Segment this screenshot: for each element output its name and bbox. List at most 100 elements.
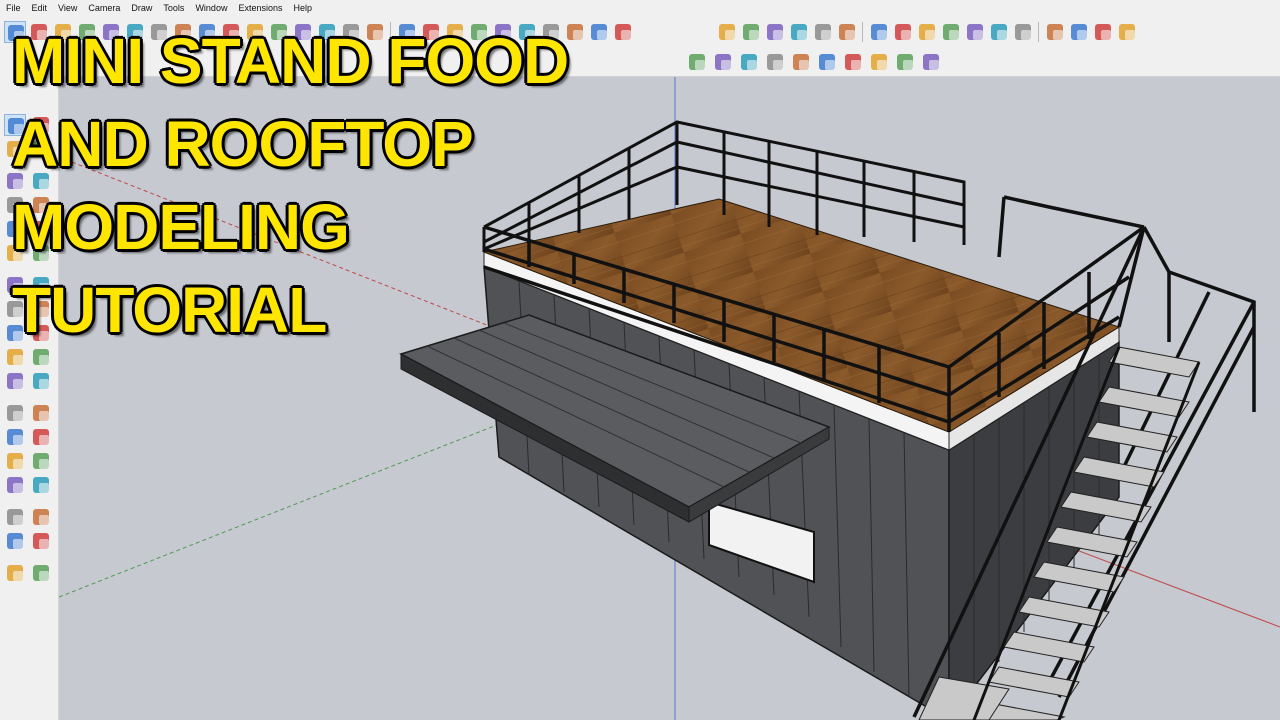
menu-view[interactable]: View: [52, 3, 82, 13]
3d-text-icon: [33, 373, 49, 389]
shaded-icon[interactable]: [964, 21, 986, 43]
shaded-textures-icon[interactable]: [988, 21, 1010, 43]
display-section-fill-icon: [1119, 24, 1135, 40]
toolbar-separator: [1038, 22, 1039, 42]
display-section-cuts-icon[interactable]: [1092, 21, 1114, 43]
extension-warehouse-icon: [715, 54, 731, 70]
menu-bar: File Edit View Camera Draw Tools Window Extensi…: [0, 0, 1280, 16]
look-around-icon[interactable]: [588, 21, 610, 43]
warehouse-icon[interactable]: [4, 530, 26, 552]
menu-camera[interactable]: Camera: [82, 3, 125, 13]
stamp-icon[interactable]: [842, 51, 864, 73]
look-around-icon: [33, 477, 49, 493]
walk-icon[interactable]: [4, 506, 26, 528]
layers-icon[interactable]: [4, 562, 26, 584]
front-view-icon[interactable]: [764, 21, 786, 43]
menu-extensions[interactable]: Extensions: [232, 3, 287, 13]
extension-manager-icon: [33, 533, 49, 549]
extension-manager-icon[interactable]: [30, 530, 52, 552]
position-camera-icon: [567, 24, 583, 40]
zoom-extents-icon[interactable]: [4, 450, 26, 472]
warehouse-icon: [689, 54, 705, 70]
3d-text-icon[interactable]: [30, 370, 52, 392]
hidden-line-icon[interactable]: [940, 21, 962, 43]
look-around-icon[interactable]: [30, 474, 52, 496]
pan-icon[interactable]: [30, 402, 52, 424]
section-plane-icon: [33, 509, 49, 525]
section-plane-icon[interactable]: [30, 506, 52, 528]
layout-icon: [741, 54, 757, 70]
extension-warehouse-icon[interactable]: [712, 51, 734, 73]
shaded-textures-icon: [991, 24, 1007, 40]
add-detail-icon: [897, 54, 913, 70]
axes-icon[interactable]: [4, 370, 26, 392]
zoom-icon: [7, 429, 23, 445]
wireframe-icon[interactable]: [916, 21, 938, 43]
section-plane-icon: [1047, 24, 1063, 40]
title-line-1: MINI STAND FOOD: [12, 25, 569, 97]
front-view-icon: [767, 24, 783, 40]
back-edges-icon: [895, 24, 911, 40]
position-camera-icon: [7, 477, 23, 493]
shaded-icon: [967, 24, 983, 40]
sandbox-icon[interactable]: [30, 562, 52, 584]
walk-icon: [7, 509, 23, 525]
xray-icon: [871, 24, 887, 40]
stamp-icon: [845, 54, 861, 70]
zoom-window-icon[interactable]: [30, 426, 52, 448]
position-camera-icon[interactable]: [4, 474, 26, 496]
back-edges-icon[interactable]: [892, 21, 914, 43]
wireframe-icon: [919, 24, 935, 40]
drape-icon: [871, 54, 887, 70]
add-detail-icon[interactable]: [894, 51, 916, 73]
menu-tools[interactable]: Tools: [157, 3, 189, 13]
monochrome-icon: [1015, 24, 1031, 40]
smoove-icon: [819, 54, 835, 70]
toolbar-separator: [862, 22, 863, 42]
menu-draw[interactable]: Draw: [125, 3, 157, 13]
smoove-icon[interactable]: [816, 51, 838, 73]
previous-icon[interactable]: [30, 450, 52, 472]
back-view-icon: [815, 24, 831, 40]
display-section-planes-icon: [1071, 24, 1087, 40]
zoom-window-icon: [33, 429, 49, 445]
warehouse-icon: [7, 533, 23, 549]
layout-icon[interactable]: [738, 51, 760, 73]
orbit-icon[interactable]: [4, 402, 26, 424]
zoom-icon[interactable]: [4, 426, 26, 448]
section-plane-icon[interactable]: [1044, 21, 1066, 43]
sandbox-from-scratch-icon: [793, 54, 809, 70]
pan-icon: [33, 405, 49, 421]
display-section-fill-icon[interactable]: [1116, 21, 1138, 43]
left-view-icon[interactable]: [836, 21, 858, 43]
top-view-icon: [743, 24, 759, 40]
title-line-4: TUTORIAL: [12, 274, 327, 346]
back-view-icon[interactable]: [812, 21, 834, 43]
zoom-extents-icon: [7, 453, 23, 469]
left-view-icon: [839, 24, 855, 40]
display-section-planes-icon[interactable]: [1068, 21, 1090, 43]
sandbox-from-contours-icon[interactable]: [764, 51, 786, 73]
sandbox-from-scratch-icon[interactable]: [790, 51, 812, 73]
drape-icon[interactable]: [868, 51, 890, 73]
iso-view-icon: [719, 24, 735, 40]
xray-icon[interactable]: [868, 21, 890, 43]
menu-help[interactable]: Help: [287, 3, 317, 13]
monochrome-icon[interactable]: [1012, 21, 1034, 43]
top-view-icon[interactable]: [740, 21, 762, 43]
hidden-line-icon: [943, 24, 959, 40]
title-line-2: AND ROOFTOP: [12, 108, 474, 180]
menu-file[interactable]: File: [0, 3, 26, 13]
flip-edge-icon[interactable]: [920, 51, 942, 73]
warehouse-icon[interactable]: [686, 51, 708, 73]
walk-icon[interactable]: [612, 21, 634, 43]
right-view-icon[interactable]: [788, 21, 810, 43]
title-line-3: MODELING: [12, 191, 350, 263]
flip-edge-icon: [923, 54, 939, 70]
menu-window[interactable]: Window: [189, 3, 232, 13]
display-section-cuts-icon: [1095, 24, 1111, 40]
menu-edit[interactable]: Edit: [26, 3, 53, 13]
iso-view-icon[interactable]: [716, 21, 738, 43]
layers-icon: [7, 565, 23, 581]
look-around-icon: [591, 24, 607, 40]
